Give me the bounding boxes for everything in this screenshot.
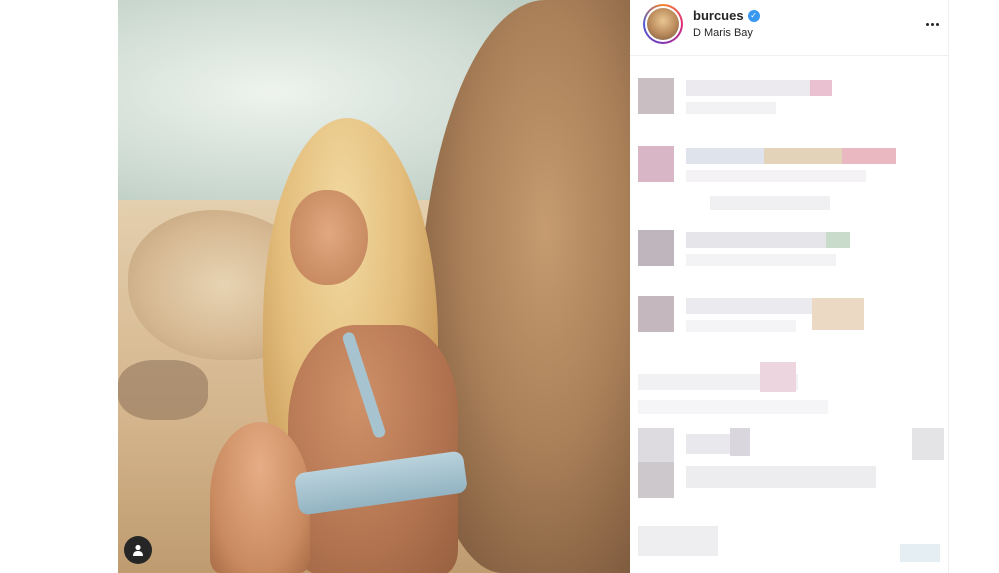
comment-text-blur: [638, 400, 828, 414]
more-options-icon: [935, 22, 939, 26]
username-row: burcues ✓: [693, 8, 760, 23]
more-options-icon: [925, 22, 929, 26]
comment-avatar-blur: [638, 146, 674, 182]
comment-text-blur: [686, 254, 836, 266]
comment-avatar-blur: [638, 428, 674, 464]
comment-text-blur: [812, 298, 864, 330]
comment-avatar-blur: [638, 296, 674, 332]
post-image[interactable]: [118, 0, 630, 573]
person-back: [288, 325, 458, 573]
post-sidebar: burcues ✓ D Maris Bay: [630, 0, 949, 573]
comment-text-blur: [686, 170, 866, 182]
person-face: [290, 190, 368, 285]
verified-badge-icon: ✓: [747, 9, 760, 22]
comment-avatar-blur: [638, 462, 674, 498]
comment-text-blur: [638, 526, 718, 556]
comment-text-blur: [686, 232, 826, 248]
comment-avatar-blur: [638, 78, 674, 114]
comments-area-pixelated: [630, 56, 949, 573]
comment-text-blur: [826, 232, 850, 248]
post-header: burcues ✓ D Maris Bay: [630, 0, 949, 56]
comment-avatar-blur: [638, 230, 674, 266]
user-tag-icon: [133, 544, 143, 556]
comment-text-blur: [710, 196, 830, 210]
comment-text-blur: [842, 148, 896, 164]
comment-text-blur: [686, 320, 796, 332]
avatar-image: [647, 8, 679, 40]
more-options-icon: [930, 22, 934, 26]
comment-text-blur: [912, 428, 944, 460]
rock-shadow: [118, 360, 208, 420]
more-options-button[interactable]: [920, 14, 944, 34]
comment-text-blur: [760, 362, 796, 392]
user-tag-button[interactable]: [124, 536, 152, 564]
comment-text-blur: [686, 80, 816, 96]
comment-text-blur: [686, 102, 776, 114]
comment-text-blur: [764, 148, 844, 164]
comment-text-blur: [730, 428, 750, 456]
avatar[interactable]: [643, 4, 683, 44]
avatar-inner: [645, 6, 681, 42]
comment-text-blur: [686, 148, 766, 164]
comment-text-blur: [900, 544, 940, 562]
comment-text-blur: [686, 466, 876, 488]
username-link[interactable]: burcues: [693, 8, 744, 23]
comment-text-blur: [686, 298, 812, 314]
location-link[interactable]: D Maris Bay: [693, 27, 753, 39]
person-knee: [210, 422, 310, 573]
comment-text-blur: [810, 80, 832, 96]
